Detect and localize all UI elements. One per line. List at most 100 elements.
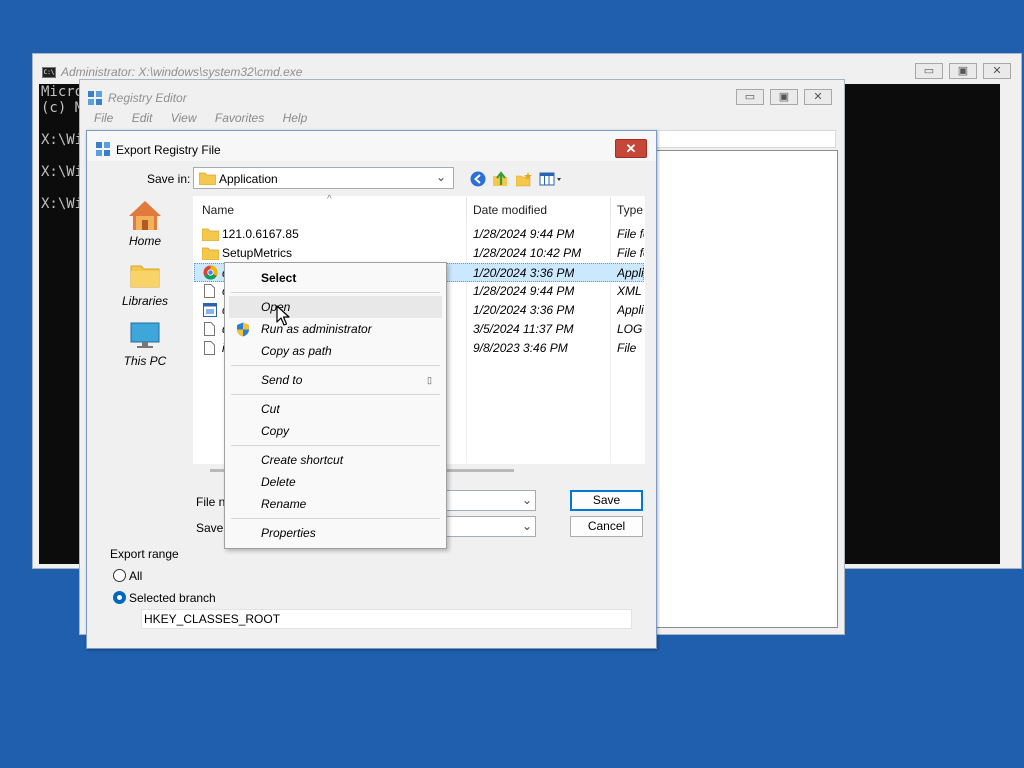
menu-item-copy-as-path[interactable]: Copy as path (225, 340, 446, 362)
save-as-type-combo[interactable]: ⌄ (443, 516, 536, 537)
document-icon (204, 341, 215, 355)
menu-separator (231, 365, 440, 366)
menu-item-label: Rename (261, 497, 307, 511)
save-in-value: Application (219, 172, 278, 186)
radio-selected-branch[interactable] (113, 591, 126, 604)
view-menu-icon[interactable] (539, 171, 563, 187)
file-date: 3/5/2024 11:37 PM (473, 322, 574, 336)
menu-item-send-to[interactable]: Send to ▯ (225, 369, 446, 391)
radio-all[interactable] (113, 569, 126, 582)
places-bar: Home Libraries This PC (99, 199, 191, 449)
column-header-name[interactable]: Name (202, 197, 234, 223)
cmd-close-button[interactable]: ✕ (983, 63, 1011, 79)
save-in-label: Save in: (147, 172, 191, 186)
menu-item-label: Delete (261, 475, 296, 489)
place-libraries[interactable]: Libraries (99, 259, 191, 308)
registry-icon (96, 142, 110, 156)
menu-separator (231, 394, 440, 395)
file-type: File fo (617, 246, 644, 260)
mouse-pointer-icon (276, 305, 290, 326)
chevron-down-icon: ⌄ (521, 493, 532, 507)
save-as-type-label: Save (196, 521, 224, 535)
file-date: 1/28/2024 9:44 PM (473, 227, 575, 241)
menu-file[interactable]: File (94, 111, 113, 125)
menu-item-cut[interactable]: Cut (225, 398, 446, 420)
save-button[interactable]: Save (570, 490, 643, 511)
submenu-arrow-icon: ▯ (427, 375, 432, 385)
menu-item-copy[interactable]: Copy (225, 420, 446, 442)
menu-item-label: Create shortcut (261, 453, 344, 467)
menu-favorites[interactable]: Favorites (215, 111, 264, 125)
save-in-dropdown[interactable]: Application ⌄ (193, 167, 454, 189)
dialog-close-button[interactable]: ✕ (615, 139, 647, 158)
regedit-close-button[interactable]: ✕ (804, 89, 832, 105)
file-type: LOG (617, 322, 643, 336)
context-menu: Select Open Run as administrator Copy as… (224, 262, 447, 549)
cmd-line: X:\Wi (41, 196, 84, 212)
menu-item-label: Properties (261, 526, 316, 540)
place-home[interactable]: Home (99, 199, 191, 248)
radio-selected-branch-label[interactable]: Selected branch (129, 591, 216, 605)
menu-item-properties[interactable]: Properties (225, 522, 446, 544)
menu-item-rename[interactable]: Rename (225, 493, 446, 515)
column-header-type[interactable]: Type (617, 197, 643, 223)
regedit-menubar: File Edit View Favorites Help (94, 111, 322, 125)
menu-view[interactable]: View (171, 111, 197, 125)
column-header-date[interactable]: Date modified (473, 197, 547, 223)
regedit-minimize-button[interactable]: ▭ (736, 89, 764, 105)
menu-item-label: Select (261, 271, 297, 285)
menu-help[interactable]: Help (283, 111, 308, 125)
file-date: 1/20/2024 3:36 PM (473, 303, 575, 317)
export-range-label: Export range (110, 547, 179, 561)
file-name: SetupMetrics (222, 246, 293, 260)
document-icon (204, 322, 215, 336)
new-folder-icon[interactable] (516, 171, 532, 187)
file-row[interactable]: 121.0.6167.85 1/28/2024 9:44 PM File fo (194, 225, 644, 244)
document-icon (204, 284, 215, 298)
cmd-line: (c) M (41, 100, 84, 116)
regedit-values-pane[interactable] (650, 150, 838, 628)
registry-editor-title: Registry Editor (108, 91, 187, 105)
chrome-icon (203, 265, 218, 280)
menu-item-label: Copy as path (261, 344, 332, 358)
cmd-scrollbar[interactable] (1000, 84, 1016, 564)
file-row[interactable]: SetupMetrics 1/28/2024 10:42 PM File fo (194, 244, 644, 263)
folder-icon (202, 247, 219, 260)
file-type: File (617, 341, 637, 355)
menu-item-delete[interactable]: Delete (225, 471, 446, 493)
selected-branch-field[interactable]: HKEY_CLASSES_ROOT (141, 609, 632, 629)
dialog-title: Export Registry File (116, 143, 221, 157)
cmd-maximize-button[interactable]: ▣ (949, 63, 977, 79)
back-icon[interactable] (470, 171, 486, 187)
menu-item-create-shortcut[interactable]: Create shortcut (225, 449, 446, 471)
menu-separator (231, 518, 440, 519)
place-label: Home (128, 234, 161, 248)
chevron-down-icon: ⌄ (436, 170, 447, 184)
cancel-button[interactable]: Cancel (570, 516, 643, 537)
sort-ascending-icon: ^ (327, 194, 332, 205)
column-divider[interactable] (610, 197, 611, 223)
cmd-line: X:\Wi (41, 132, 84, 148)
place-label: Libraries (121, 294, 169, 308)
file-type: File fo (617, 227, 644, 241)
libraries-icon (130, 265, 160, 288)
place-label: This PC (123, 354, 167, 368)
file-date: 1/28/2024 9:44 PM (473, 284, 575, 298)
file-name: 121.0.6167.85 (222, 227, 299, 241)
file-name-combo[interactable]: ⌄ (443, 490, 536, 511)
menu-item-open[interactable]: Open (229, 296, 442, 318)
menu-separator (231, 445, 440, 446)
cmd-minimize-button[interactable]: ▭ (915, 63, 943, 79)
menu-item-select[interactable]: Select (225, 267, 446, 289)
menu-item-label: Copy (261, 424, 290, 438)
radio-all-label[interactable]: All (129, 569, 142, 583)
column-divider[interactable] (466, 197, 467, 223)
regedit-maximize-button[interactable]: ▣ (770, 89, 798, 105)
menu-item-run-as-administrator[interactable]: Run as administrator (225, 318, 446, 340)
menu-separator (231, 292, 440, 293)
menu-edit[interactable]: Edit (132, 111, 153, 125)
file-date: 1/28/2024 10:42 PM (473, 246, 582, 260)
file-date: 9/8/2023 3:46 PM (473, 341, 568, 355)
up-folder-icon[interactable] (492, 171, 508, 187)
place-this-pc[interactable]: This PC (99, 319, 191, 368)
